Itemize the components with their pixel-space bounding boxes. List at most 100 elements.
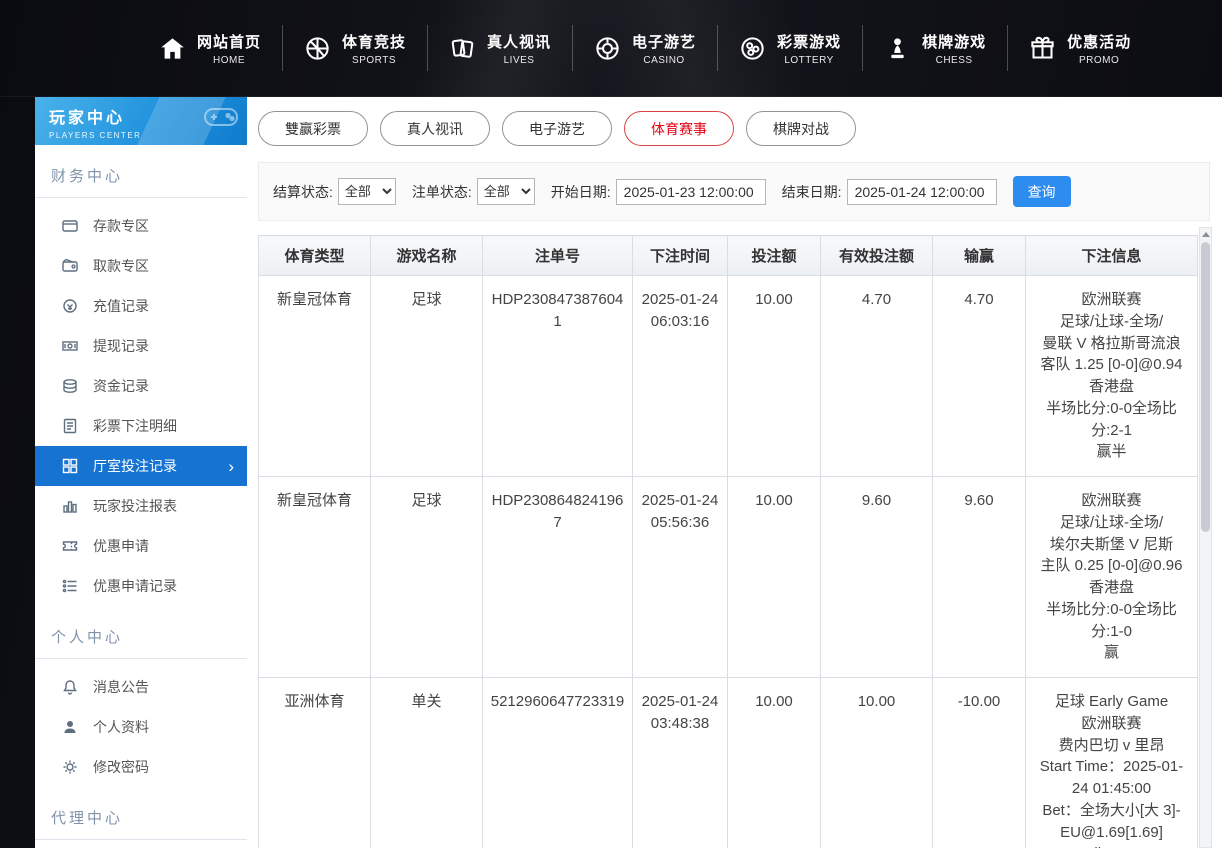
col-header-win-loss: 输赢 [933, 236, 1026, 276]
sidebar-item-recharge-record[interactable]: 充值记录 [35, 286, 247, 326]
sidebar-item-label: 优惠申请 [93, 536, 149, 556]
scroll-up-arrow-icon[interactable] [1200, 228, 1211, 240]
nav-sublabel: LOTTERY [784, 55, 833, 66]
nav-item-home[interactable]: 网站首页HOME [138, 25, 283, 71]
query-button[interactable]: 查询 [1013, 176, 1071, 207]
cell-bet-time: 2025-01-24 06:03:16 [633, 276, 728, 477]
sports-ball-icon [304, 35, 331, 62]
settle-status-select[interactable]: 全部 [338, 178, 396, 205]
main-content: 雙赢彩票 真人视讯 电子游艺 体育赛事 棋牌对战 结算状态: 全部 注单状态: … [247, 97, 1222, 848]
sidebar: 玩家中心 PLAYERS CENTER 财务中心 存款专区 取款专区 [35, 97, 247, 848]
nav-label: 优惠活动 [1067, 31, 1131, 52]
nav-item-promo[interactable]: 优惠活动PROMO [1008, 25, 1152, 71]
page: 网站首页HOME 体育竞技SPORTS 真人视讯 LIVES 电子游艺 CASINO… [0, 0, 1222, 848]
order-status-label: 注单状态: [412, 182, 472, 202]
table-row: 亚洲体育 单关 5212960647723319 2025-01-24 03:4… [259, 678, 1198, 848]
sidebar-item-lottery-bet-detail[interactable]: 彩票下注明细 [35, 406, 247, 446]
nav-sublabel: SPORTS [352, 55, 396, 66]
nav-item-chess[interactable]: 棋牌游戏CHESS [863, 25, 1008, 71]
checklist-icon [62, 578, 78, 594]
cell-win-loss: 9.60 [933, 477, 1026, 678]
sidebar-item-label: 取款专区 [93, 256, 149, 276]
agent-menu: 代理规则说明 [35, 840, 247, 848]
col-header-valid-amount: 有效投注额 [821, 236, 933, 276]
nav-item-casino[interactable]: 电子游艺 CASINO [573, 25, 718, 71]
section-title-personal: 个人中心 [35, 620, 247, 659]
sidebar-item-label: 厅室投注记录 [93, 456, 177, 476]
nav-label: 电子游艺 [632, 31, 696, 52]
tab-sports-events[interactable]: 体育赛事 [624, 111, 734, 146]
sidebar-item-funds-record[interactable]: 资金记录 [35, 366, 247, 406]
wallet-icon [62, 258, 78, 274]
nav-sublabel: HOME [213, 55, 245, 66]
table-row: 新皇冠体育 足球 HDP2308648241967 2025-01-24 05:… [259, 477, 1198, 678]
nav-label: 真人视讯 [487, 31, 551, 52]
sidebar-item-withdraw[interactable]: 取款专区 [35, 246, 247, 286]
chess-piece-icon [884, 35, 911, 62]
sidebar-item-label: 优惠申请记录 [93, 576, 177, 596]
sidebar-item-promo-apply[interactable]: 优惠申请 [35, 526, 247, 566]
col-header-bet-amount: 投注额 [728, 236, 821, 276]
scrollbar-thumb[interactable] [1201, 242, 1210, 532]
tab-chess-battle[interactable]: 棋牌对战 [746, 111, 856, 146]
funds-icon [62, 378, 78, 394]
gamepad-icon [203, 104, 239, 135]
cell-bet-info: 足球 Early Game 欧洲联赛 费内巴切 v 里昂 Start Time：… [1026, 678, 1198, 848]
sidebar-item-profile[interactable]: 个人资料 [35, 707, 247, 747]
nav-sublabel: CHESS [936, 55, 973, 66]
col-header-sport-type: 体育类型 [259, 236, 371, 276]
sidebar-item-messages[interactable]: 消息公告 [35, 667, 247, 707]
nav-sublabel: LIVES [504, 55, 535, 66]
sidebar-item-withdrawal-record[interactable]: 提现记录 [35, 326, 247, 366]
tab-live-video[interactable]: 真人视讯 [380, 111, 490, 146]
sidebar-header: 玩家中心 PLAYERS CENTER [35, 97, 247, 145]
casino-chip-icon [594, 35, 621, 62]
settle-status-label: 结算状态: [273, 182, 333, 202]
sidebar-item-label: 玩家投注报表 [93, 496, 177, 516]
end-date-input[interactable] [847, 179, 997, 205]
cell-game-name: 足球 [371, 477, 483, 678]
cell-valid-amount: 10.00 [821, 678, 933, 848]
banknote-icon [62, 338, 78, 354]
col-header-game-name: 游戏名称 [371, 236, 483, 276]
sidebar-item-player-bet-report[interactable]: 玩家投注报表 [35, 486, 247, 526]
cell-bet-info: 欧洲联赛 足球/让球-全场/ 埃尔夫斯堡 V 尼斯 主队 0.25 [0-0]@… [1026, 477, 1198, 678]
sidebar-item-change-password[interactable]: 修改密码 [35, 747, 247, 787]
end-date-label: 结束日期: [782, 182, 842, 202]
sidebar-item-label: 资金记录 [93, 376, 149, 396]
cell-sport-type: 亚洲体育 [259, 678, 371, 848]
nav-item-lottery[interactable]: 彩票游戏 LOTTERY [718, 25, 863, 71]
gift-icon [1029, 35, 1056, 62]
cell-game-name: 单关 [371, 678, 483, 848]
order-status-select[interactable]: 全部 [477, 178, 535, 205]
cell-bet-amount: 10.00 [728, 678, 821, 848]
personal-menu: 消息公告 个人资料 修改密码 [35, 659, 247, 787]
nav-label: 彩票游戏 [777, 31, 841, 52]
cell-valid-amount: 4.70 [821, 276, 933, 477]
start-date-label: 开始日期: [551, 182, 611, 202]
section-title-finance: 财务中心 [35, 159, 247, 198]
nav-item-lives[interactable]: 真人视讯 LIVES [428, 25, 573, 71]
sidebar-item-promo-apply-record[interactable]: 优惠申请记录 [35, 566, 247, 606]
cell-bet-amount: 10.00 [728, 276, 821, 477]
cell-order-number: HDP2308473876041 [483, 276, 633, 477]
gear-icon [62, 759, 78, 775]
section-title-agent: 代理中心 [35, 801, 247, 840]
cell-win-loss: -10.00 [933, 678, 1026, 848]
cell-order-number: HDP2308648241967 [483, 477, 633, 678]
nav-sublabel: CASINO [643, 55, 684, 66]
vertical-scrollbar[interactable] [1199, 227, 1212, 848]
nav-item-sports[interactable]: 体育竞技SPORTS [283, 25, 428, 71]
tab-electronic-games[interactable]: 电子游艺 [502, 111, 612, 146]
chevron-right-icon [228, 458, 234, 475]
playing-cards-icon [449, 35, 476, 62]
sidebar-item-label: 彩票下注明细 [93, 416, 177, 436]
filter-bar: 结算状态: 全部 注单状态: 全部 开始日期: 结束日期: 查询 [258, 162, 1210, 221]
sidebar-item-hall-bet-record[interactable]: 厅室投注记录 [35, 446, 247, 486]
sidebar-item-label: 消息公告 [93, 677, 149, 697]
sidebar-item-deposit[interactable]: 存款专区 [35, 206, 247, 246]
sidebar-item-label: 存款专区 [93, 216, 149, 236]
start-date-input[interactable] [616, 179, 766, 205]
tab-shuangying-lottery[interactable]: 雙赢彩票 [258, 111, 368, 146]
cell-valid-amount: 9.60 [821, 477, 933, 678]
